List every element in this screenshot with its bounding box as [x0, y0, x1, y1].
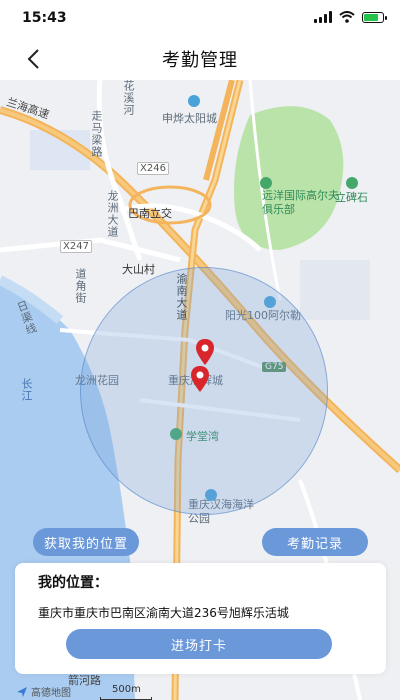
page-title: 考勤管理	[162, 50, 238, 71]
map-label-dashancun: 大山村	[122, 263, 155, 276]
map-label-shenye: 申烨太阳城	[162, 112, 217, 125]
location-panel: 我的位置： 重庆市重庆市巴南区渝南大道236号旭辉乐活城 进场打卡	[15, 563, 386, 674]
map-label-changjiang: 长江	[20, 378, 33, 402]
map-label-zoumaliang: 走马梁路	[90, 110, 103, 158]
map-label-hanxi-river: 花溪河	[122, 80, 135, 116]
map-label-daoyuejie: 道角街	[74, 268, 87, 304]
nav-bar: 考勤管理	[0, 36, 400, 80]
amap-label: 高德地图	[31, 688, 71, 699]
location-title: 我的位置：	[38, 575, 108, 591]
map-label-x247: X247	[60, 240, 92, 253]
amap-arrow-icon	[17, 686, 27, 697]
map-label-lijingshi: 立碑石	[335, 191, 368, 204]
map-label-longzhoudadao: 龙洲大道	[106, 190, 119, 238]
golf-poi-icon	[260, 177, 272, 189]
battery-icon	[362, 11, 387, 23]
attendance-records-button[interactable]: 考勤记录	[262, 528, 368, 556]
status-time: 15:43	[22, 10, 67, 26]
location-pin-icon	[196, 339, 214, 365]
location-address: 重庆市重庆市巴南区渝南大道236号旭辉乐活城	[38, 606, 289, 620]
poi-icon	[188, 95, 200, 107]
amap-logo: 高德地图	[16, 684, 71, 699]
status-bar: 15:43	[0, 0, 400, 36]
get-location-button[interactable]: 获取我的位置	[33, 528, 139, 556]
map-label-jianhelu: 箭河路	[68, 674, 101, 687]
map-label-yuanyang: 远洋国际高尔夫俱乐部	[262, 189, 339, 216]
poi-icon	[346, 177, 358, 189]
clock-in-button[interactable]: 进场打卡	[66, 629, 332, 659]
cellular-signal-icon	[314, 11, 332, 23]
wifi-icon	[339, 11, 355, 23]
map-label-x246: X246	[137, 162, 169, 175]
map-scale-label: 500m	[112, 684, 141, 695]
status-icons	[314, 11, 387, 23]
map-label-bananlijiao: 巴南立交	[128, 207, 172, 220]
location-pin-icon	[191, 366, 209, 392]
